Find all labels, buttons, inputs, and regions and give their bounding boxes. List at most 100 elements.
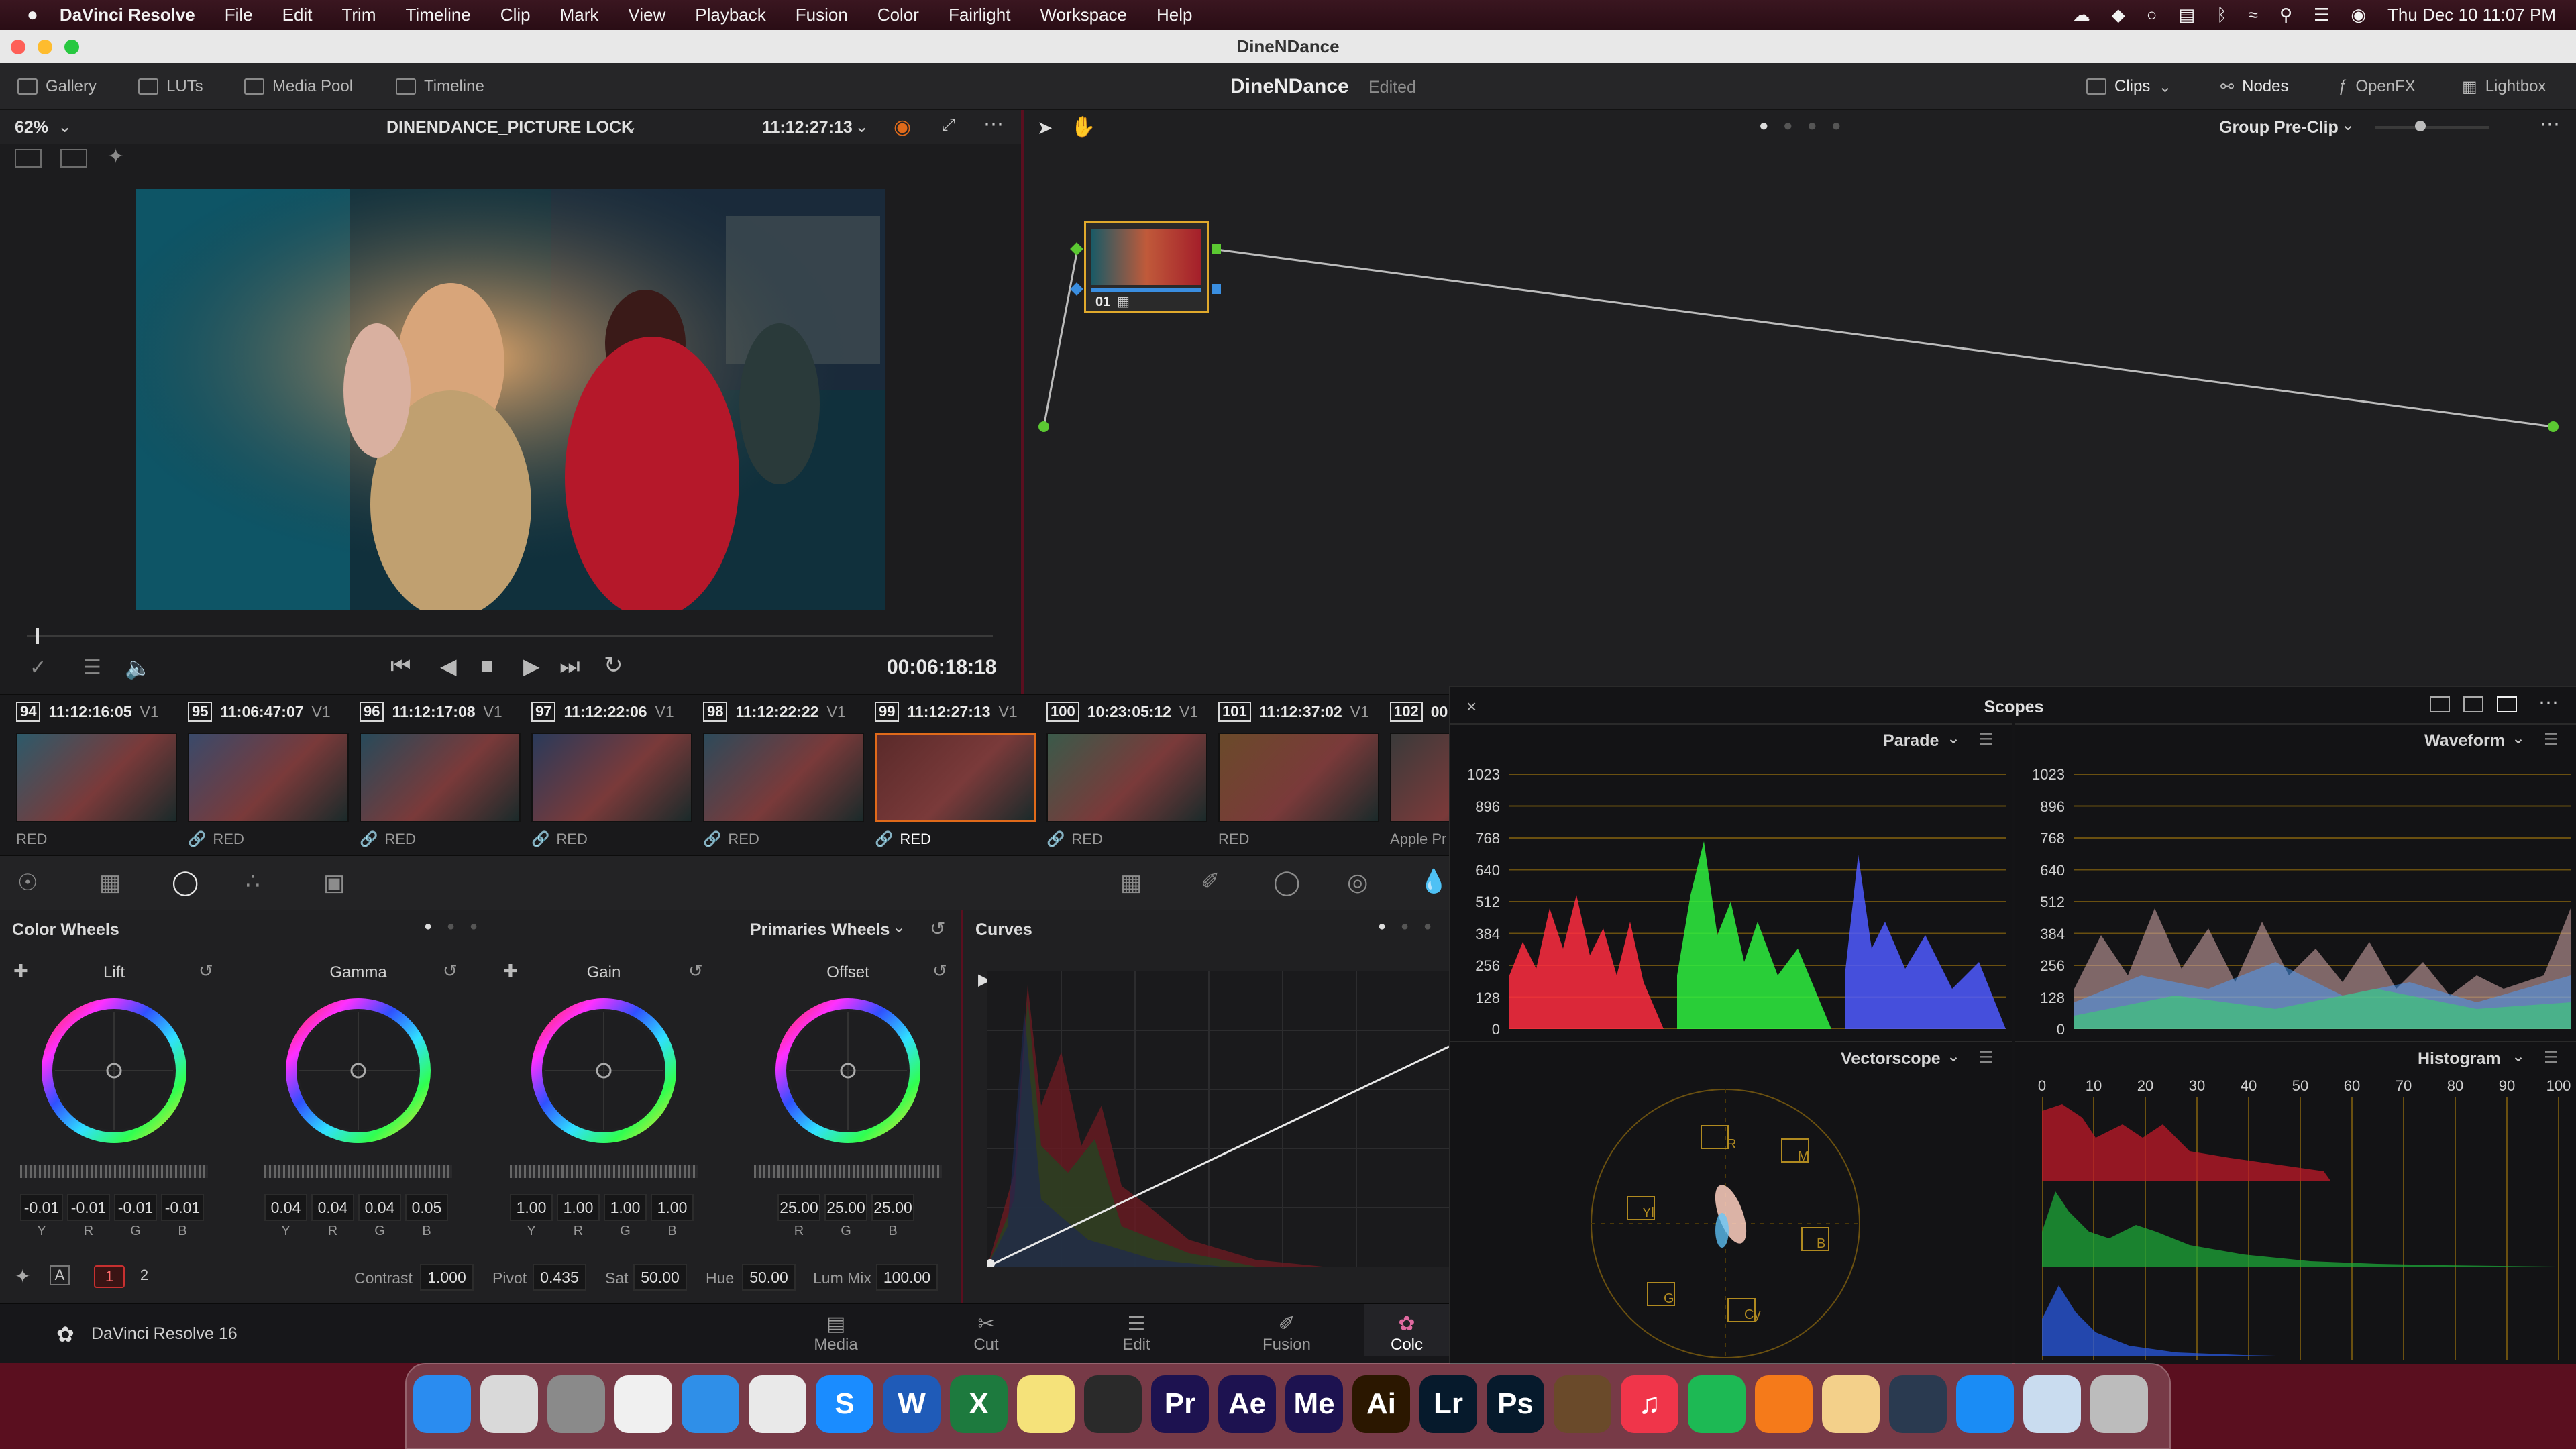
wheel-value-field[interactable]: -0.01 — [161, 1194, 204, 1221]
clip-item[interactable]: 98 11:12:22:22 V1 🔗 RED — [687, 695, 864, 856]
node-output-alpha[interactable] — [1212, 284, 1221, 294]
chevron-down-icon[interactable]: ⌄ — [892, 918, 906, 937]
dropbox-icon[interactable]: ◆ — [2112, 5, 2125, 25]
menu-edit[interactable]: Edit — [282, 5, 313, 25]
wheel-value-field[interactable]: 1.00 — [651, 1194, 694, 1221]
clip-item[interactable]: 95 11:06:47:07 V1 🔗 RED — [172, 695, 349, 856]
menu-app-name[interactable]: DaVinci Resolve — [60, 5, 195, 25]
clip-thumbnail[interactable] — [188, 733, 349, 822]
trash-icon[interactable] — [2090, 1375, 2148, 1433]
color-wheel-gain[interactable] — [530, 997, 678, 1144]
clip-item[interactable]: 100 10:23:05:12 V1 🔗 RED — [1030, 695, 1208, 856]
master-wheel-lift[interactable] — [20, 1165, 208, 1178]
playhead-marker[interactable] — [36, 628, 40, 644]
garageband-icon[interactable] — [1554, 1375, 1611, 1433]
stickies-icon[interactable] — [1822, 1375, 1880, 1433]
timeline-name[interactable]: DINENDANCE_PICTURE LOCK — [386, 118, 633, 138]
split-view-icon[interactable] — [15, 149, 42, 168]
openfx-button[interactable]: ƒ OpenFX — [2339, 75, 2416, 98]
shazam-icon[interactable]: S — [816, 1375, 873, 1433]
menu-fusion[interactable]: Fusion — [796, 5, 848, 25]
creative-cloud-icon[interactable]: ☁ — [2073, 5, 2090, 25]
clip-item[interactable]: 99 11:12:27:13 V1 🔗 RED — [859, 695, 1036, 856]
clip-thumbnail[interactable] — [875, 733, 1036, 822]
gallery-button[interactable]: Gallery — [17, 75, 97, 98]
chevron-down-icon[interactable]: ⌄ — [58, 117, 72, 137]
gear-icon[interactable] — [547, 1375, 605, 1433]
curves-graph[interactable] — [987, 971, 1449, 1267]
hue-field[interactable]: 50.00 — [742, 1264, 796, 1291]
lum-mix-field[interactable]: 100.00 — [876, 1264, 938, 1291]
word-icon[interactable]: W — [883, 1375, 941, 1433]
control-center-icon[interactable]: ☰ — [2314, 5, 2329, 25]
wheel-value-field[interactable]: 1.00 — [557, 1194, 600, 1221]
menu-timeline[interactable]: Timeline — [406, 5, 471, 25]
color-wheel-offset[interactable] — [774, 997, 922, 1144]
chevron-down-icon[interactable]: ⌄ — [1947, 1046, 1960, 1066]
master-wheel-offset[interactable] — [754, 1165, 942, 1178]
menu-view[interactable]: View — [628, 5, 665, 25]
chevron-down-icon[interactable]: ⌄ — [624, 117, 638, 137]
notes-icon[interactable] — [1017, 1375, 1075, 1433]
parade-title[interactable]: Parade — [1883, 731, 1939, 751]
preview-icon[interactable] — [2023, 1375, 2081, 1433]
menu-playback[interactable]: Playback — [695, 5, 766, 25]
master-wheel-gamma[interactable] — [264, 1165, 452, 1178]
clip-item[interactable]: 96 11:12:17:08 V1 🔗 RED — [343, 695, 521, 856]
wheel-value-field[interactable]: 1.00 — [510, 1194, 553, 1221]
luts-button[interactable]: LUTs — [138, 75, 203, 98]
menu-fairlight[interactable]: Fairlight — [949, 5, 1010, 25]
sat-field[interactable]: 50.00 — [633, 1264, 687, 1291]
wheels-mode-select[interactable]: Primaries Wheels — [750, 920, 890, 940]
mute-icon[interactable]: 🔈 — [125, 655, 152, 680]
chevron-down-icon[interactable]: ⌄ — [2512, 729, 2525, 748]
reset-icon[interactable]: ↺ — [930, 918, 945, 940]
safari-icon[interactable] — [682, 1375, 739, 1433]
wifi-icon[interactable]: ≈ — [2249, 5, 2258, 25]
single-layout-icon[interactable] — [2430, 696, 2450, 712]
nodes-button[interactable]: ⚯ Nodes — [2220, 75, 2288, 98]
music-icon[interactable]: ♫ — [1621, 1375, 1678, 1433]
lightbox-button[interactable]: ▦ Lightbox — [2462, 75, 2546, 98]
dictionary-icon[interactable] — [614, 1375, 672, 1433]
premiere-icon[interactable]: Pr — [1151, 1375, 1209, 1433]
wheel-value-field[interactable]: 25.00 — [871, 1194, 914, 1221]
go-to-start-icon[interactable]: ⏮ — [390, 653, 411, 680]
siri-icon[interactable]: ◉ — [2351, 5, 2366, 25]
finder-icon[interactable] — [413, 1375, 471, 1433]
wheel-value-field[interactable]: 0.04 — [311, 1194, 354, 1221]
clip-thumbnail[interactable] — [16, 733, 177, 822]
camera-raw-icon[interactable]: ☉ — [17, 869, 38, 896]
wheel-value-field[interactable]: 0.05 — [405, 1194, 448, 1221]
clip-thumbnail[interactable] — [1046, 733, 1208, 822]
search-icon[interactable]: ⚲ — [2279, 5, 2292, 25]
wheel-value-field[interactable]: 25.00 — [777, 1194, 820, 1221]
color-wheels-icon[interactable]: ◯ — [172, 868, 199, 896]
rgb-mixer-icon[interactable]: ∴ — [246, 868, 260, 895]
picker-icon[interactable]: ✚ — [13, 961, 28, 981]
picker-icon[interactable]: ✚ — [503, 961, 518, 981]
scope-settings-icon[interactable]: ☰ — [1979, 730, 1994, 749]
color-picker-icon[interactable]: ◉ — [894, 115, 911, 139]
chrome-icon[interactable] — [749, 1375, 806, 1433]
curves-icon[interactable]: ▦ — [1120, 869, 1142, 896]
media-encoder-icon[interactable]: Me — [1285, 1375, 1343, 1433]
motion-effects-icon[interactable]: ▣ — [323, 869, 345, 896]
magic-wand-icon[interactable]: ✦ — [107, 145, 124, 168]
more-options-icon[interactable]: ⋯ — [983, 113, 1004, 136]
window-icon[interactable]: ◯ — [1273, 868, 1300, 896]
reset-icon[interactable]: ↺ — [688, 961, 703, 981]
page-tab-fusion[interactable]: ✐ Fusion — [1240, 1312, 1334, 1354]
page-tab-media[interactable]: ▤ Media — [789, 1312, 883, 1354]
photoshop-icon[interactable]: Ps — [1487, 1375, 1544, 1433]
scope-settings-icon[interactable]: ☰ — [2544, 730, 2559, 749]
wheel-value-field[interactable]: 25.00 — [824, 1194, 867, 1221]
menu-file[interactable]: File — [225, 5, 253, 25]
node-output-rgb[interactable] — [1212, 244, 1221, 254]
quad-layout-icon[interactable] — [2497, 696, 2517, 712]
overcast-icon[interactable] — [1755, 1375, 1813, 1433]
auto-balance-icon[interactable]: ✦ — [15, 1265, 30, 1287]
menu-help[interactable]: Help — [1157, 5, 1192, 25]
app-store-icon[interactable] — [1956, 1375, 2014, 1433]
after-effects-icon[interactable]: Ae — [1218, 1375, 1276, 1433]
